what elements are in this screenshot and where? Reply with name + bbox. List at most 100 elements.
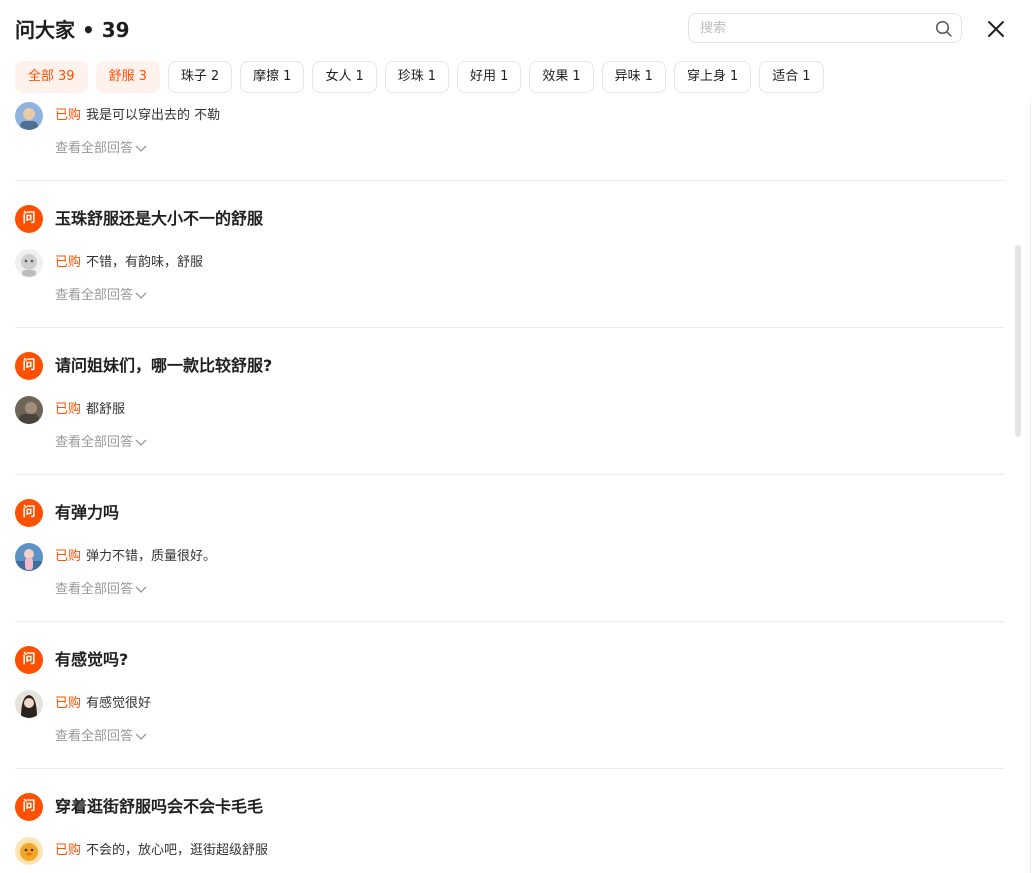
tag-label: 珠子: [180, 69, 207, 84]
avatar: [15, 837, 43, 865]
view-all-label: 查看全部回答: [55, 729, 134, 744]
tag-all[interactable]: 全部 39: [15, 61, 88, 93]
answer-text: 已购 不错，有韵味，舒服: [55, 253, 203, 273]
view-all-label: 查看全部回答: [55, 435, 134, 450]
search-icon[interactable]: [935, 20, 953, 38]
tag-label: 舒服: [108, 69, 135, 84]
search-input[interactable]: [700, 19, 920, 37]
tag-count: 1: [802, 69, 811, 84]
search-box[interactable]: [688, 13, 962, 43]
view-all-answers-link[interactable]: 查看全部回答: [55, 580, 147, 600]
answer-content: 有感觉很好: [86, 696, 152, 711]
avatar: [15, 249, 43, 277]
view-all-label: 查看全部回答: [55, 141, 134, 156]
tag-count: 1: [355, 69, 364, 84]
answer-content: 不错，有韵味，舒服: [86, 255, 204, 270]
view-all-label: 查看全部回答: [55, 582, 134, 597]
bought-badge: 已购: [55, 255, 82, 270]
question-item: 问 有感觉吗? 已购 有感觉很好 查看全部回答: [15, 622, 1004, 769]
tag-label: 好用: [470, 69, 497, 84]
avatar: [15, 543, 43, 571]
question-badge: 问: [15, 793, 43, 821]
tag-count: 1: [572, 69, 581, 84]
chevron-down-icon: [135, 439, 147, 446]
tag-woman[interactable]: 女人 1: [312, 61, 377, 93]
tag-label: 女人: [325, 69, 352, 84]
chevron-down-icon: [135, 733, 147, 740]
tag-label: 适合: [772, 69, 799, 84]
question-badge: 问: [15, 499, 43, 527]
avatar: [15, 690, 43, 718]
tag-count: 1: [729, 69, 739, 84]
tag-wearing[interactable]: 穿上身 1: [673, 61, 752, 93]
tag-label: 珍珠: [397, 69, 424, 84]
view-all-answers-link[interactable]: 查看全部回答: [55, 433, 147, 453]
answer-text: 已购 我是可以穿出去的 不勒: [55, 106, 220, 126]
bought-badge: 已购: [55, 843, 82, 858]
tag-count: 39: [58, 69, 75, 84]
bought-badge: 已购: [55, 402, 82, 417]
view-all-answers-link[interactable]: 查看全部回答: [55, 727, 147, 747]
panel-edge-divider: [1030, 0, 1031, 873]
tag-label: 穿上身: [686, 69, 726, 84]
question-text[interactable]: 有弹力吗: [55, 501, 119, 525]
question-item: 问 有弹力吗 已购 弹力不错，质量很好。 查看全部回答: [15, 475, 1004, 622]
avatar: [15, 102, 43, 130]
tag-label: 摩擦: [253, 69, 280, 84]
question-text[interactable]: 玉珠舒服还是大小不一的舒服: [55, 207, 263, 231]
question-text[interactable]: 请问姐妹们，哪一款比较舒服?: [55, 354, 272, 378]
question-badge: 问: [15, 352, 43, 380]
chevron-down-icon: [135, 292, 147, 299]
answer-text: 已购 都舒服: [55, 400, 125, 420]
question-item: 问 请问姐妹们，哪一款比较舒服? 已购 都舒服 查看全部回答: [15, 328, 1004, 475]
tag-odor[interactable]: 异味 1: [601, 61, 666, 93]
answer-text: 已购 不会的，放心吧，逛街超级舒服: [55, 841, 268, 861]
answer-content: 都舒服: [86, 402, 126, 417]
bought-badge: 已购: [55, 696, 82, 711]
tag-suitable[interactable]: 适合 1: [759, 61, 824, 93]
tag-filter-bar: 全部 39 舒服 3 珠子 2 摩擦 1 女人 1 珍珠 1 好用 1 效果 1 异味 1 穿上身…: [15, 61, 824, 93]
question-text[interactable]: 穿着逛街舒服吗会不会卡毛毛: [55, 795, 263, 819]
bought-badge: 已购: [55, 549, 82, 564]
question-list[interactable]: 已购 我是可以穿出去的 不勒 查看全部回答 问 玉珠舒服还是大小不一的舒服 已购不…: [15, 100, 1004, 873]
bought-badge: 已购: [55, 108, 82, 123]
tag-label: 异味: [614, 69, 641, 84]
tag-label: 全部: [28, 69, 55, 84]
scrollbar-track[interactable]: [1014, 100, 1022, 873]
answer-text: 已购 有感觉很好: [55, 694, 151, 714]
chevron-down-icon: [135, 586, 147, 593]
view-all-label: 查看全部回答: [55, 288, 134, 303]
tag-friction[interactable]: 摩擦 1: [240, 61, 305, 93]
tag-count: 2: [210, 69, 220, 84]
question-badge: 问: [15, 205, 43, 233]
panel-header: 问大家 • 39 全部39 舒服3 珠子2 摩擦1 女人1 珍珠1 好用1 效果…: [0, 0, 1033, 100]
question-item: 问 玉珠舒服还是大小不一的舒服 已购 不错，有韵味，舒服 查看全部回答: [15, 181, 1004, 328]
tag-effect[interactable]: 效果 1: [529, 61, 594, 93]
tag-count: 1: [644, 69, 653, 84]
answer-content: 我是可以穿出去的 不勒: [86, 108, 221, 123]
question-item: 已购 我是可以穿出去的 不勒 查看全部回答: [15, 100, 1004, 181]
answer-text: 已购 弹力不错，质量很好。: [55, 547, 216, 567]
ask-everyone-panel: 问大家 • 39 全部39 舒服3 珠子2 摩擦1 女人1 珍珠1 好用1 效果…: [0, 0, 1033, 873]
view-all-answers-link[interactable]: 查看全部回答: [55, 139, 147, 159]
avatar: [15, 396, 43, 424]
question-item: 问 穿着逛街舒服吗会不会卡毛毛 已购 不会的，放心吧，逛街超级舒服: [15, 769, 1004, 873]
view-all-answers-link[interactable]: 查看全部回答: [55, 286, 147, 306]
tag-count: 1: [427, 69, 437, 84]
answer-content: 不会的，放心吧，逛街超级舒服: [86, 843, 269, 858]
close-icon[interactable]: [984, 17, 1008, 41]
tag-beads[interactable]: 珠子 2: [167, 61, 233, 93]
tag-useful[interactable]: 好用 1: [457, 61, 522, 93]
tag-count: 1: [500, 69, 509, 84]
chevron-down-icon: [135, 145, 147, 152]
tag-label: 效果: [542, 69, 569, 84]
tag-count: 1: [283, 69, 292, 84]
question-badge: 问: [15, 646, 43, 674]
tag-comfortable[interactable]: 舒服 3: [95, 61, 160, 93]
tag-count: 3: [138, 69, 147, 84]
tag-pearl[interactable]: 珍珠 1: [384, 61, 450, 93]
scrollbar-thumb[interactable]: [1015, 245, 1021, 437]
answer-content: 弹力不错，质量很好。: [86, 549, 217, 564]
page-title: 问大家 • 39: [15, 18, 130, 42]
question-text[interactable]: 有感觉吗?: [55, 648, 128, 672]
